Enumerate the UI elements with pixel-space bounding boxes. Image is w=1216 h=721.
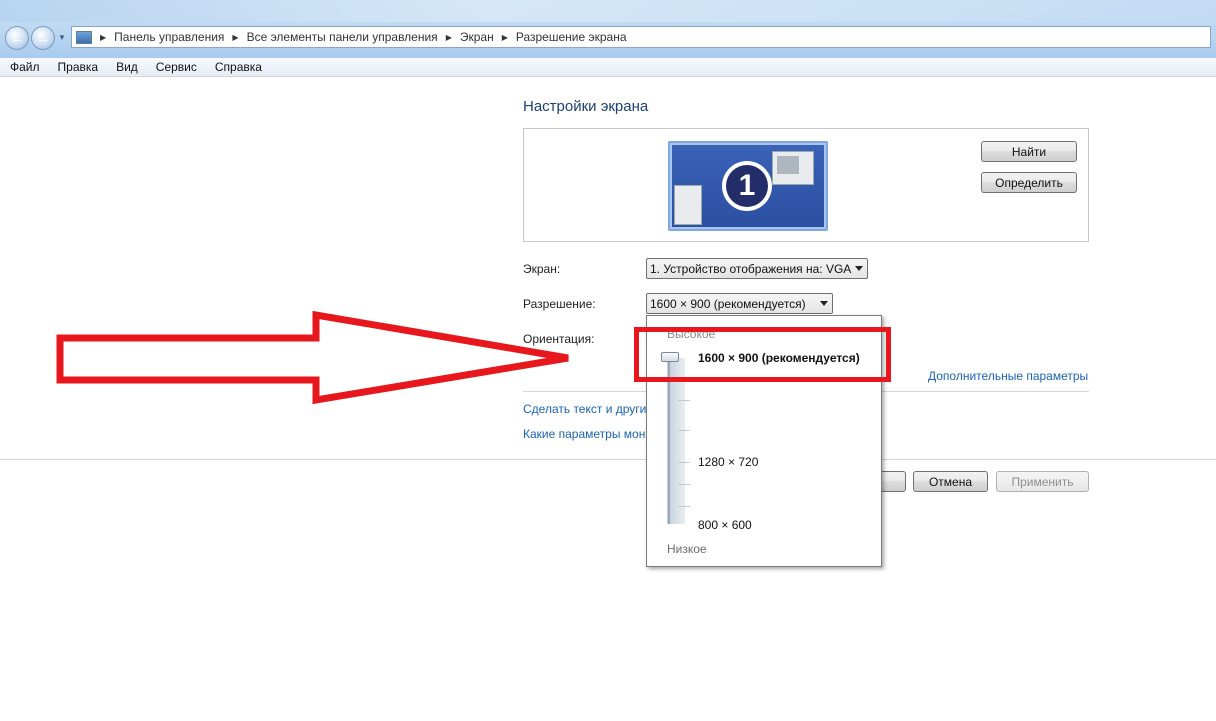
titlebar-background [0,0,1216,22]
slider-tick [678,400,690,401]
history-dropdown-icon[interactable]: ▼ [58,33,66,42]
menu-file[interactable]: Файл [0,60,48,74]
address-bar[interactable]: ▶ Панель управления ▶ Все элементы панел… [71,26,1211,48]
display-select-value: 1. Устройство отображения на: VGA [650,261,852,276]
breadcrumb-control-panel[interactable]: Панель управления [114,30,224,44]
window-titlebar: ← → ▼ ▶ Панель управления ▶ Все элементы… [0,0,1216,58]
control-panel-icon [76,30,92,44]
resolution-select-value: 1600 × 900 (рекомендуется) [650,296,806,311]
menu-tools[interactable]: Сервис [146,60,205,74]
low-label: Низкое [667,542,707,556]
breadcrumb-display[interactable]: Экран [460,30,494,44]
highlight-box [634,327,891,382]
identify-button[interactable]: Определить [981,172,1077,193]
apply-button[interactable]: Применить [996,471,1089,492]
chevron-down-icon [820,301,828,306]
find-button[interactable]: Найти [981,141,1077,162]
window-thumbnail-icon [674,185,702,225]
resolution-select[interactable]: 1600 × 900 (рекомендуется) [646,293,833,314]
option-1280x720[interactable]: 1280 × 720 [698,455,758,469]
monitor-number-badge: 1 [722,161,772,211]
forward-arrow-icon[interactable]: → [31,26,55,50]
window-thumbnail-icon [772,151,814,185]
menu-view[interactable]: Вид [106,60,146,74]
cancel-button[interactable]: Отмена [913,471,988,492]
slider-tick [678,506,690,507]
menu-help[interactable]: Справка [205,60,270,74]
option-800x600[interactable]: 800 × 600 [698,518,752,532]
breadcrumb-separator-icon[interactable]: ▶ [100,33,106,42]
back-arrow-icon[interactable]: ← [5,26,29,50]
breadcrumb-separator-icon[interactable]: ▶ [232,33,238,42]
chevron-down-icon [855,266,863,271]
slider-tick [678,462,690,463]
menu-bar: Файл Правка Вид Сервис Справка [0,58,1216,77]
display-select[interactable]: 1. Устройство отображения на: VGA [646,258,868,279]
breadcrumb-screen-resolution[interactable]: Разрешение экрана [516,30,627,44]
display-label: Экран: [523,262,561,276]
red-arrow-icon [56,310,569,405]
monitor-icon[interactable]: 1 [668,141,828,231]
breadcrumb-separator-icon[interactable]: ▶ [446,33,452,42]
resolution-label: Разрешение: [523,297,596,311]
slider-track-line [668,358,670,524]
page-title: Настройки экрана [523,98,649,115]
monitor-settings-help-link[interactable]: Какие параметры мон [523,427,645,441]
monitor-number: 1 [726,165,768,207]
advanced-settings-link[interactable]: Дополнительные параметры [928,369,1088,383]
breadcrumb-separator-icon[interactable]: ▶ [502,33,508,42]
red-arrow-shape [56,310,569,405]
slider-tick [678,430,690,431]
menu-edit[interactable]: Правка [48,60,107,74]
slider-tick [678,484,690,485]
breadcrumb-all-items[interactable]: Все элементы панели управления [247,30,438,44]
divider [0,459,1216,460]
